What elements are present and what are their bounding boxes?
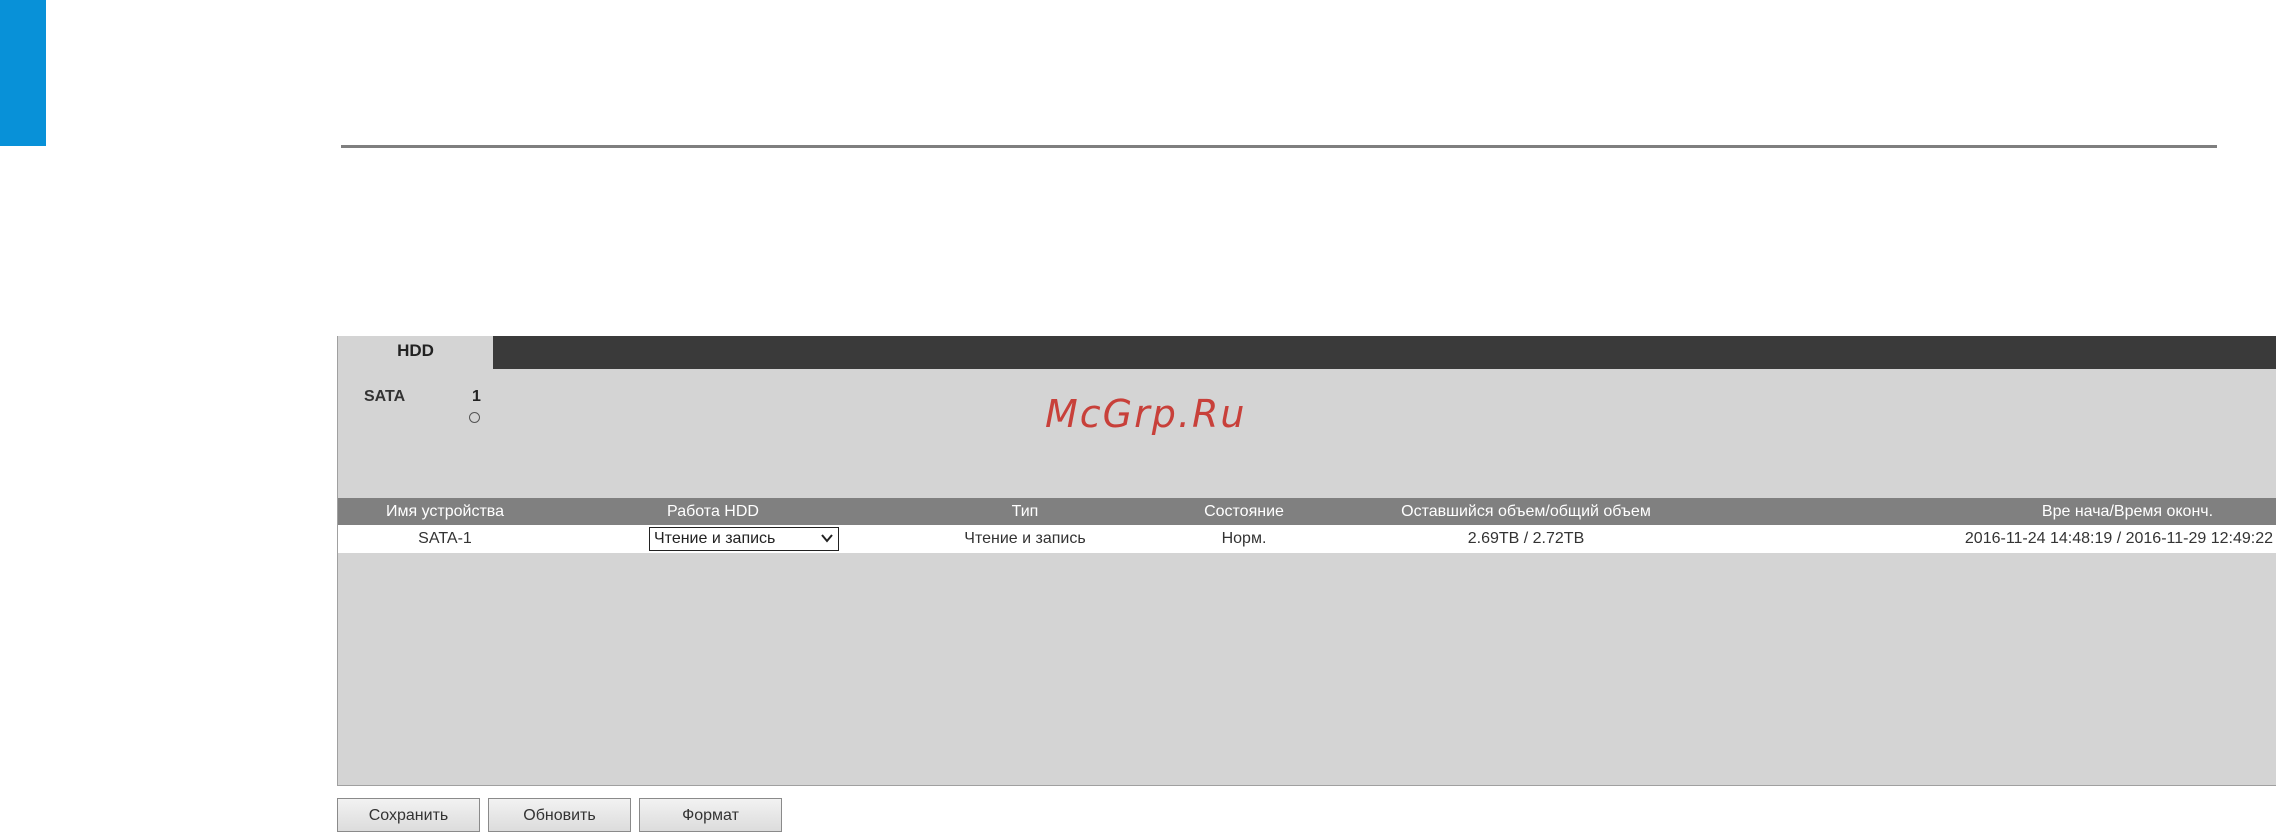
sata-port-number: 1	[472, 388, 481, 405]
save-button[interactable]: Сохранить	[337, 798, 480, 832]
table-row[interactable]: SATA-1 Чтение и запись Чтение и запись Н…	[338, 525, 2276, 553]
cell-status: Норм.	[1221, 530, 1267, 547]
tab-strip: HDD	[338, 336, 2276, 369]
chevron-down-icon	[821, 534, 833, 543]
sata-label: SATA	[364, 388, 406, 405]
header-divider	[341, 145, 2217, 148]
refresh-button[interactable]: Обновить	[488, 798, 631, 832]
table-header: Имя устройства Работа HDD Тип Состояние …	[338, 498, 2276, 525]
brand-accent-bar	[0, 0, 46, 146]
header-status: Состояние	[1204, 503, 1284, 520]
watermark: McGrp.Ru	[1045, 392, 1247, 436]
tab-hdd[interactable]: HDD	[338, 336, 493, 369]
cell-device-name: SATA-1	[418, 530, 472, 547]
cell-type: Чтение и запись	[964, 530, 1086, 547]
hdd-panel: HDD SATA 1 McGrp.Ru Имя устройства Работ…	[337, 336, 2276, 786]
sata-port-status-icon	[469, 412, 480, 423]
header-device-name: Имя устройства	[385, 503, 505, 520]
hdd-mode-select[interactable]: Чтение и запись	[649, 527, 839, 551]
header-time-range: Вре начa/Время оконч.	[2041, 503, 2214, 520]
header-hdd-mode: Работа HDD	[667, 503, 759, 520]
format-button[interactable]: Формат	[639, 798, 782, 832]
hdd-mode-selected-value: Чтение и запись	[654, 530, 776, 547]
cell-capacity: 2.69TB / 2.72TB	[1467, 530, 1585, 547]
header-type: Тип	[1011, 503, 1039, 520]
cell-time-range: 2016-11-24 14:48:19 / 2016-11-29 12:49:2…	[1964, 530, 2273, 547]
header-capacity: Оставшийся объем/общий объем	[1401, 503, 1651, 520]
